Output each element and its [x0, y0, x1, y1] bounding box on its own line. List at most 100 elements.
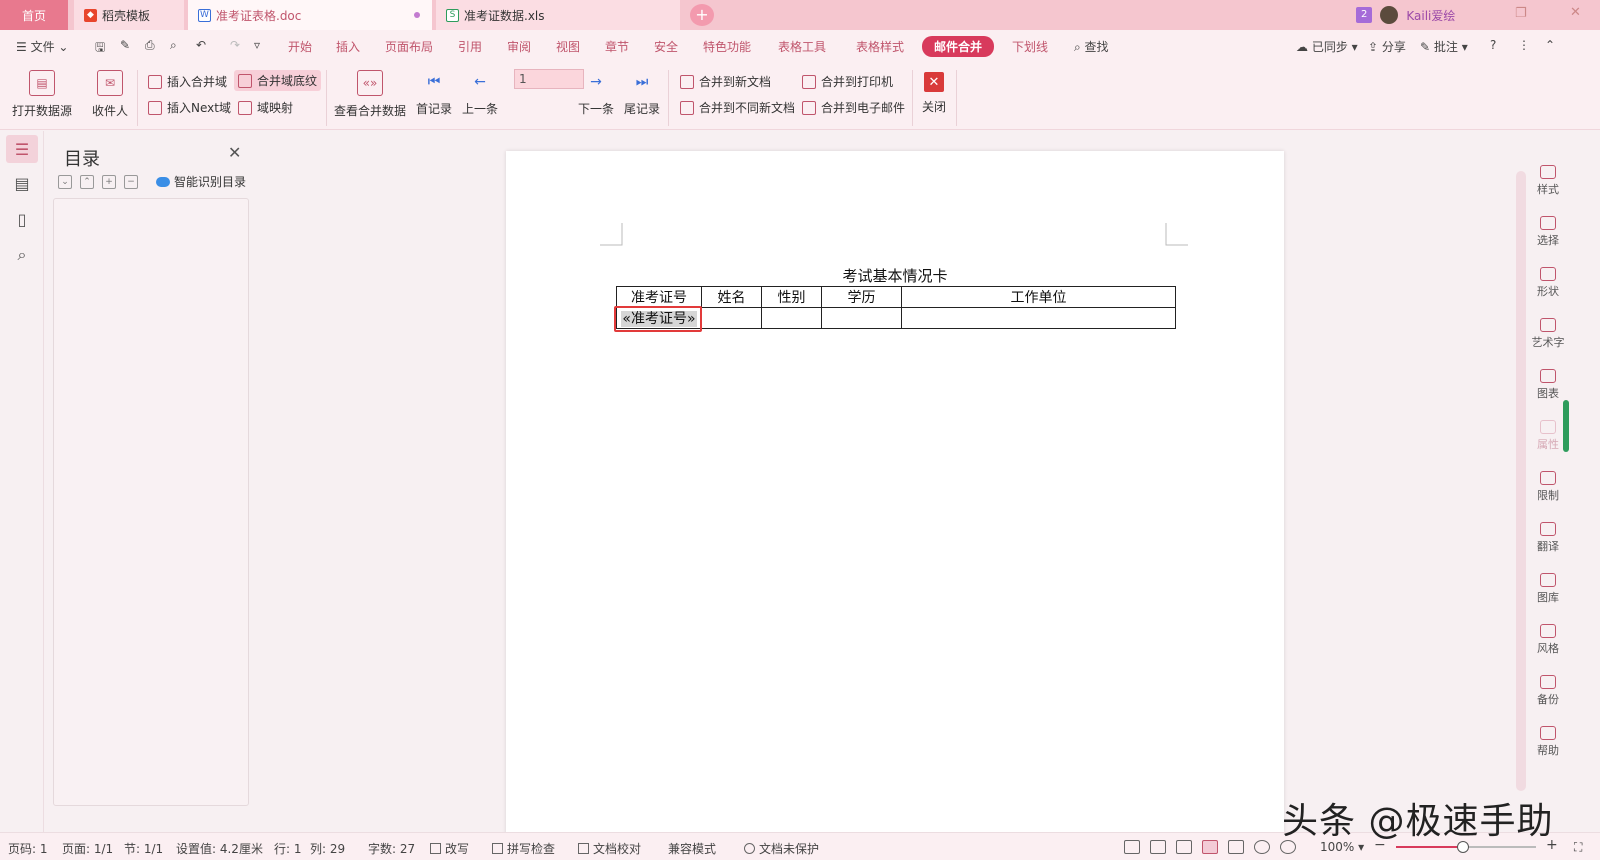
fullscreen-icon[interactable] [1124, 840, 1140, 854]
recipients-button[interactable]: ✉ 收件人 [92, 70, 128, 119]
notification-badge[interactable]: 2 [1356, 7, 1373, 23]
translate-tool[interactable]: 翻译 [1528, 522, 1568, 554]
save-icon[interactable]: 🖫 [95, 38, 105, 59]
remove-level-icon[interactable]: − [124, 174, 138, 189]
search-button[interactable]: ⌕ 查找 [1074, 38, 1109, 55]
help-icon[interactable]: ? [1490, 38, 1496, 52]
open-data-source-button[interactable]: ▤ 打开数据源 [12, 70, 72, 119]
proofread-button[interactable]: 文档校对 [578, 840, 641, 857]
menu-features[interactable]: 特色功能 [703, 38, 751, 55]
format-painter-icon[interactable]: ✎ [120, 38, 130, 52]
tab-spreadsheet[interactable]: S 准考证数据.xls [436, 0, 680, 30]
username[interactable]: Kaili爱绘 [1406, 7, 1455, 24]
table-cell[interactable] [821, 307, 902, 329]
table-header-cell[interactable]: 学历 [821, 286, 902, 308]
previous-record-button[interactable]: ← 上一条 [462, 74, 498, 117]
theme-tool[interactable]: 风格 [1528, 624, 1568, 656]
more-icon[interactable]: ▿ [254, 38, 260, 52]
menu-view[interactable]: 视图 [556, 38, 580, 55]
status-page-code[interactable]: 页码: 1 [8, 840, 48, 857]
document-page[interactable]: 考试基本情况卡 准考证号 姓名 性别 学历 工作单位 «准考证号» [506, 151, 1284, 841]
compat-mode[interactable]: 兼容模式 [668, 840, 716, 857]
properties-tool[interactable]: 属性 [1528, 420, 1568, 452]
help-tool[interactable]: 帮助 [1528, 726, 1568, 758]
merge-to-new-doc-button[interactable]: 合并到新文档 [680, 73, 771, 90]
close-window-icon[interactable]: ✕ [1570, 5, 1581, 20]
find-icon[interactable]: ⌕ [6, 241, 38, 269]
style-tool[interactable]: 样式 [1528, 165, 1568, 197]
first-record-button[interactable]: ⏮ 首记录 [416, 74, 452, 117]
status-word-count[interactable]: 字数: 27 [368, 840, 415, 857]
table-header-cell[interactable]: 姓名 [701, 286, 762, 308]
view-merged-data-button[interactable]: «» 查看合并数据 [334, 70, 406, 119]
close-toc-icon[interactable]: ✕ [228, 143, 241, 162]
restrict-tool[interactable]: 限制 [1528, 471, 1568, 503]
web-view-icon[interactable] [1254, 840, 1270, 854]
comment-button[interactable]: ✎ 批注 ▾ [1420, 38, 1468, 55]
backup-tool[interactable]: 备份 [1528, 675, 1568, 707]
table-header-cell[interactable]: 工作单位 [901, 286, 1176, 308]
record-number-input[interactable]: 1 [514, 69, 584, 89]
write-mode-icon[interactable] [1176, 840, 1192, 854]
avatar[interactable] [1380, 6, 1399, 24]
close-merge-button[interactable]: ✕ 关闭 [922, 72, 946, 115]
outline-view-icon[interactable] [1228, 840, 1244, 854]
menu-insert[interactable]: 插入 [336, 38, 360, 55]
read-mode-icon[interactable] [1150, 840, 1166, 854]
table-cell[interactable] [761, 307, 822, 329]
table-cell[interactable] [701, 307, 762, 329]
select-tool[interactable]: 选择 [1528, 216, 1568, 248]
last-record-button[interactable]: ⏭ 尾记录 [624, 74, 660, 117]
print-preview-icon[interactable]: ⌕ [170, 38, 177, 53]
status-col[interactable]: 列: 29 [310, 840, 345, 857]
next-record-button[interactable]: → 下一条 [578, 74, 614, 117]
menu-table-tools[interactable]: 表格工具 [778, 38, 826, 55]
menu-page-layout[interactable]: 页面布局 [385, 38, 433, 55]
merge-to-email-button[interactable]: 合并到电子邮件 [802, 99, 905, 116]
menu-security[interactable]: 安全 [654, 38, 678, 55]
page-view-icon[interactable] [1202, 840, 1218, 854]
undo-icon[interactable]: ↶ [196, 38, 206, 52]
table-header-cell[interactable]: 准考证号 [616, 286, 702, 308]
field-shading-button[interactable]: 合并域底纹 [234, 70, 322, 91]
tab-templates[interactable]: ◆ 稻壳模板 [74, 0, 184, 30]
merge-to-diff-docs-button[interactable]: 合并到不同新文档 [680, 99, 795, 116]
tab-document[interactable]: W 准考证表格.doc [188, 0, 432, 30]
merge-to-printer-button[interactable]: 合并到打印机 [802, 73, 893, 90]
print-icon[interactable]: ⎙ [145, 38, 155, 53]
status-setting[interactable]: 设置值: 4.2厘米 [176, 840, 263, 857]
toc-nav-icon[interactable]: ☰ [6, 135, 38, 163]
table-cell[interactable] [901, 307, 1176, 329]
collapse-up-icon[interactable]: ⌃ [80, 174, 94, 189]
spell-check-button[interactable]: 拼写检查 [492, 840, 555, 857]
menu-review[interactable]: 审阅 [507, 38, 531, 55]
sync-button[interactable]: ☁ 已同步 ▾ [1296, 38, 1358, 55]
more-options-icon[interactable]: ⋮ [1518, 38, 1530, 52]
wordart-tool[interactable]: 艺术字 [1528, 318, 1568, 350]
overtype-toggle[interactable]: 改写 [430, 840, 469, 857]
insert-merge-field-button[interactable]: 插入合并域 [148, 73, 227, 90]
restore-icon[interactable]: ❐ [1515, 6, 1527, 21]
vertical-scrollbar[interactable] [1514, 131, 1528, 832]
table-header-cell[interactable]: 性别 [761, 286, 822, 308]
menu-start[interactable]: 开始 [288, 38, 312, 55]
page-thumbnail-icon[interactable]: ▤ [6, 169, 38, 197]
shape-tool[interactable]: 形状 [1528, 267, 1568, 299]
scrollbar-thumb[interactable] [1516, 171, 1526, 791]
insert-next-field-button[interactable]: 插入Next域 [148, 99, 231, 116]
menu-underline[interactable]: 下划线 [1012, 38, 1048, 55]
status-section[interactable]: 节: 1/1 [124, 840, 163, 857]
redo-icon[interactable]: ↷ [230, 38, 240, 52]
expand-down-icon[interactable]: ⌄ [58, 174, 72, 189]
collapse-ribbon-icon[interactable]: ⌃ [1545, 38, 1555, 52]
chart-tool[interactable]: 图表 [1528, 369, 1568, 401]
status-row[interactable]: 行: 1 [274, 840, 302, 857]
menu-reference[interactable]: 引用 [458, 38, 482, 55]
new-tab-button[interactable]: + [690, 4, 714, 26]
menu-mail-merge[interactable]: 邮件合并 [922, 36, 995, 57]
protection-status[interactable]: 文档未保护 [744, 840, 819, 857]
share-button[interactable]: ⇪ 分享 [1368, 38, 1406, 55]
bookmark-icon[interactable]: ▯ [6, 205, 38, 233]
smart-toc-button[interactable]: 智能识别目录 [156, 173, 246, 190]
menu-chapter[interactable]: 章节 [605, 38, 629, 55]
